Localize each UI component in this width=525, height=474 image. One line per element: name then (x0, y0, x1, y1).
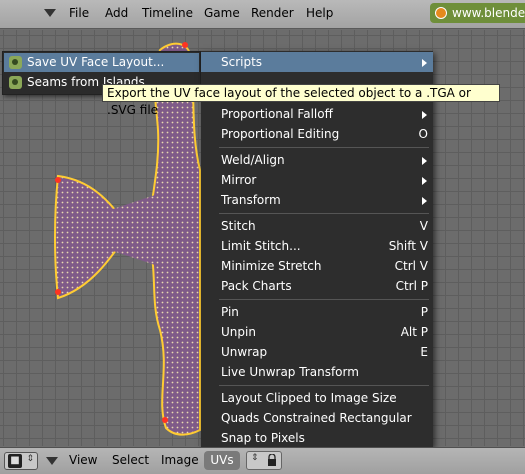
save-uv-face-layout-item[interactable]: Save UV Face Layout... (4, 53, 199, 72)
menu-item-label: Pack Charts (221, 279, 292, 293)
lock-icon (268, 454, 276, 466)
menu-game[interactable]: Game (204, 6, 240, 20)
menu-separator (219, 213, 429, 214)
menu-item-shortcut: O (418, 127, 428, 141)
uv-editor-icon: ■ (8, 454, 22, 468)
submenu-arrow-icon (422, 157, 427, 165)
python-script-icon (9, 56, 22, 69)
editor-type-selector[interactable]: ■ ⇕ (4, 452, 38, 470)
updown-arrows-icon: ⇕ (251, 453, 259, 463)
submenu-item-label: Save UV Face Layout... (27, 55, 165, 69)
menu-item-label: Mirror (221, 173, 257, 187)
menu-item-shortcut: V (419, 219, 428, 233)
submenu-arrow-icon (422, 111, 427, 119)
tooltip: Export the UV face layout of the selecte… (102, 84, 500, 117)
menu-item-proportional-falloff[interactable]: Proportional Falloff (201, 104, 433, 124)
menu-item-live-unwrap-transform[interactable]: Live Unwrap Transform (201, 362, 433, 382)
menu-item-label: Minimize Stretch (221, 259, 322, 273)
menu-uvs[interactable]: UVs (204, 451, 240, 470)
menu-item-label: Layout Clipped to Image Size (221, 391, 397, 405)
menu-timeline[interactable]: Timeline (142, 6, 193, 20)
updown-arrows-icon: ⇕ (26, 454, 34, 464)
menu-item-unpin[interactable]: Unpin Alt P (201, 322, 433, 342)
uv-editor-header: ■ ⇕ View Select Image UVs ⇕ (0, 447, 525, 474)
website-label: www.blende (452, 6, 525, 20)
menu-item-label: Transform (221, 193, 281, 207)
menu-item-label: Unwrap (221, 345, 268, 359)
menu-item-unwrap[interactable]: Unwrap E (201, 342, 433, 362)
menu-item-snap-to-pixels[interactable]: Snap to Pixels (201, 428, 433, 448)
menu-select[interactable]: Select (112, 453, 149, 467)
menu-item-proportional-editing[interactable]: Proportional Editing O (201, 124, 433, 144)
menu-item-shortcut: Alt P (400, 325, 428, 339)
menu-item-shortcut: P (420, 305, 428, 319)
menu-item-pin[interactable]: Pin P (201, 302, 433, 322)
menu-help[interactable]: Help (306, 6, 333, 20)
menu-item-mirror[interactable]: Mirror (201, 170, 433, 190)
menu-item-label: Limit Stitch... (221, 239, 301, 253)
menu-render[interactable]: Render (251, 6, 294, 20)
menu-item-shortcut: E (420, 345, 428, 359)
menu-item-label: Scripts (221, 55, 263, 69)
menu-separator (219, 385, 429, 386)
menu-item-transform[interactable]: Transform (201, 190, 433, 210)
menu-separator (219, 147, 429, 148)
menu-item-shortcut: Ctrl P (395, 279, 428, 293)
menu-item-label: Stitch (221, 219, 256, 233)
menu-item-shortcut: Shift V (388, 239, 428, 253)
menu-item-label: Pin (221, 305, 239, 319)
menu-item-label: Unpin (221, 325, 256, 339)
header-collapse-icon[interactable] (46, 457, 58, 465)
menu-item-label: Live Unwrap Transform (221, 365, 359, 379)
menu-item-layout-clipped[interactable]: Layout Clipped to Image Size (201, 388, 433, 408)
python-script-icon (9, 76, 22, 89)
menu-item-label: Weld/Align (221, 153, 285, 167)
submenu-arrow-icon (422, 197, 427, 205)
menu-file[interactable]: File (69, 6, 89, 20)
menu-item-pack-charts[interactable]: Pack Charts Ctrl P (201, 276, 433, 296)
blender-logo-icon (435, 7, 447, 19)
menu-item-minimize-stretch[interactable]: Minimize Stretch Ctrl V (201, 256, 433, 276)
uvs-menu: Scripts Proportional Falloff Proportiona… (201, 51, 433, 447)
menu-view[interactable]: View (69, 453, 97, 467)
menu-separator (219, 299, 429, 300)
menu-item-scripts[interactable]: Scripts (201, 52, 433, 72)
menu-item-shortcut: Ctrl V (394, 259, 428, 273)
submenu-arrow-icon (422, 177, 427, 185)
menu-item-label: Snap to Pixels (221, 431, 305, 445)
menu-add[interactable]: Add (105, 6, 128, 20)
menu-item-stitch[interactable]: Stitch V (201, 216, 433, 236)
website-link[interactable]: www.blende (430, 3, 525, 23)
menu-item-label: Proportional Falloff (221, 107, 333, 121)
menu-item-label: Proportional Editing (221, 127, 340, 141)
menu-item-quads-constrained[interactable]: Quads Constrained Rectangular (201, 408, 433, 428)
header-collapse-icon[interactable] (44, 9, 56, 17)
menu-item-limit-stitch[interactable]: Limit Stitch... Shift V (201, 236, 433, 256)
top-header: File Add Timeline Game Render Help www.b… (0, 0, 525, 29)
image-lock-button[interactable]: ⇕ (246, 451, 282, 470)
submenu-arrow-icon (422, 59, 427, 67)
menu-item-weld-align[interactable]: Weld/Align (201, 150, 433, 170)
menu-image[interactable]: Image (161, 453, 199, 467)
menu-item-label: Quads Constrained Rectangular (221, 411, 412, 425)
